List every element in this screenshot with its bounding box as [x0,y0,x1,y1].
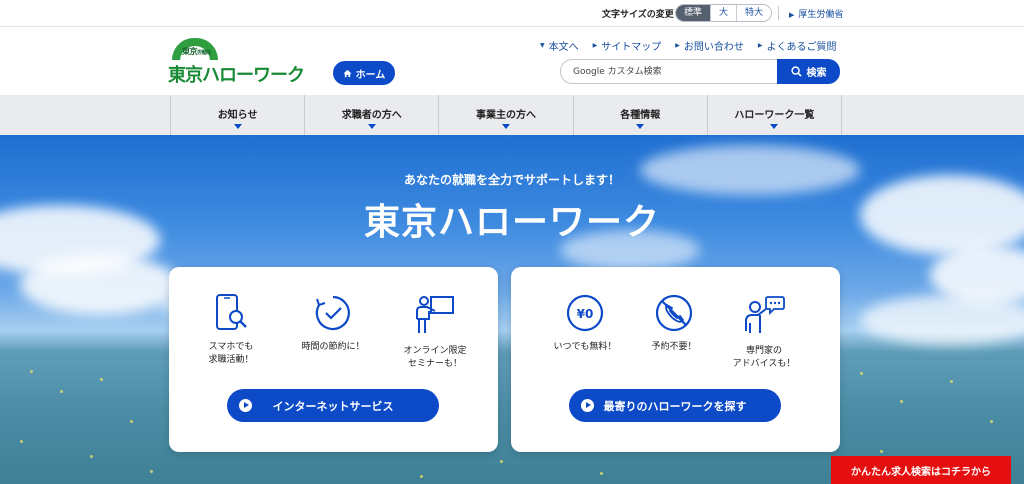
search-icon [790,66,802,77]
flower-dot [20,440,23,443]
find-office-card: ¥0 いつでも無料！ 予約不要！ 専門家の アドバイスも！ 最寄りのハローワーク… [511,267,840,452]
search-button[interactable]: 検索 [777,59,840,84]
flower-dot [880,450,883,453]
hero-tagline: あなたの就職を全力でサポートします！ [403,173,620,187]
divider [778,6,779,20]
arrow-right-icon: ▶ [789,11,795,19]
hero-title: 東京ハローワーク [363,202,660,243]
no-phone-icon [655,294,693,332]
caret-down-icon [770,123,779,129]
cloud [20,255,180,315]
font-size-xlarge-button[interactable]: 特大 [736,5,771,21]
font-size-label: 文字サイズの変更 [602,10,674,20]
font-size-standard-button[interactable]: 標準 [676,5,711,21]
mhlw-link[interactable]: ▶ 厚生労働省 [789,7,843,20]
internet-service-card: スマホでも 求職活動！ 時間の節約に！ オンライン限定 セミナーも！ インターネ… [169,267,498,452]
flower-dot [500,460,503,463]
flower-dot [860,372,863,375]
internet-service-button[interactable]: インターネットサービス [227,389,439,422]
link-contact[interactable]: ▶ お問い合わせ [675,38,744,53]
home-button[interactable]: ホーム [333,61,395,85]
home-button-label: ホーム [355,69,386,81]
flower-dot [100,378,103,381]
find-office-button-label: 最寄りのハローワークを探す [603,399,747,413]
site-header: 東京労働局 東京ハローワーク ホーム ▼ 本文へ ▶ サイトマップ ▶ お問い合わせ … [0,28,1024,95]
caret-down-icon [636,123,645,129]
caret-down-icon: ▶ [757,42,763,49]
feature-smartphone: スマホでも 求職活動！ [183,293,279,367]
feature-online-seminar: オンライン限定 セミナーも！ [387,293,483,371]
site-logo[interactable]: 東京労働局 東京ハローワーク [168,38,305,86]
feature-free: ¥0 いつでも無料！ [537,293,633,354]
mhlw-link-label: 厚生労働省 [798,10,844,20]
cloud [860,295,1024,345]
nav-item-label: お知らせ [217,109,258,121]
play-circle-icon [239,399,252,412]
internet-service-button-label: インターネットサービス [272,399,394,413]
clock-check-icon [315,295,350,331]
nav-item-label: 各種情報 [620,109,661,121]
site-search: 検索 [560,59,840,84]
flower-dot [130,420,133,423]
logo-small-sub: 労働局 [197,50,211,56]
link-main-content[interactable]: ▼ 本文へ [540,38,579,53]
search-input[interactable] [560,59,780,84]
logo-text: 東京ハローワーク [168,65,305,86]
nav-item-employers[interactable]: 事業主の方へ [439,95,574,135]
feature-label: いつでも無料！ [553,342,617,352]
nav-item-news[interactable]: お知らせ [171,95,306,135]
feature-expert-advice: 専門家の アドバイスも！ [716,293,812,371]
link-faq[interactable]: ▶ よくあるご質問 [758,38,837,53]
caret-down-icon [367,123,376,129]
link-sitemap[interactable]: ▶ サイトマップ [593,38,662,53]
easy-job-search-banner[interactable]: かんたん求人検索はコチラから [831,456,1011,484]
caret-down-icon: ▼ [540,42,545,49]
feature-label: スマホでも 求職活動！ [208,342,254,365]
nav-item-label: 事業主の方へ [476,109,536,121]
caret-down-icon [233,123,242,129]
caret-down-icon: ▶ [592,42,598,49]
feature-label: 専門家の アドバイスも！ [732,346,796,369]
feature-label: 時間の節約に！ [301,342,365,352]
flower-dot [990,420,993,423]
smartphone-search-icon [216,294,247,330]
advisor-chat-icon [745,296,785,333]
flower-dot [600,472,603,475]
feature-label: オンライン限定 セミナーも！ [403,346,467,369]
font-size-large-button[interactable]: 大 [710,5,736,21]
header-links: ▼ 本文へ ▶ サイトマップ ▶ お問い合わせ ▶ よくあるご質問 [540,38,837,53]
home-icon [343,69,352,77]
nav-item-label: 求職者の方へ [341,109,402,121]
feature-label: 予約不要！ [651,342,697,352]
logo-small-text: 東京 [182,47,198,56]
global-nav: お知らせ 求職者の方へ 事業主の方へ 各種情報 ハローワーク一覧 [0,95,1024,135]
nav-item-info[interactable]: 各種情報 [574,95,708,135]
flower-dot [30,370,33,373]
hero-section: あなたの就職を全力でサポートします！ 東京ハローワーク スマホでも 求職活動！ … [0,135,1024,484]
nav-item-office-list[interactable]: ハローワーク一覧 [708,95,843,135]
yen-zero-icon: ¥0 [566,294,604,332]
flower-dot [900,400,903,403]
feature-no-reservation: 予約不要！ [626,293,722,354]
nav-item-label: ハローワーク一覧 [734,109,815,121]
flower-dot [950,380,953,383]
caret-down-icon: ▶ [675,42,680,49]
search-button-label: 検索 [806,68,827,79]
caret-down-icon [502,123,510,129]
flower-dot [420,475,423,478]
presenter-board-icon [416,296,454,333]
utility-bar: 文字サイズの変更 標準 大 特大 ▶ 厚生労働省 [0,0,1024,27]
flower-dot [60,390,63,393]
font-size-switcher: 標準 大 特大 [675,4,773,22]
nav-item-job-seekers[interactable]: 求職者の方へ [305,95,440,135]
play-circle-icon [581,399,594,412]
feature-time-saving: 時間の節約に！ [285,293,381,354]
find-office-button[interactable]: 最寄りのハローワークを探す [569,389,781,422]
svg-text:¥0: ¥0 [577,307,594,321]
flower-dot [150,470,153,473]
flower-dot [90,455,93,458]
